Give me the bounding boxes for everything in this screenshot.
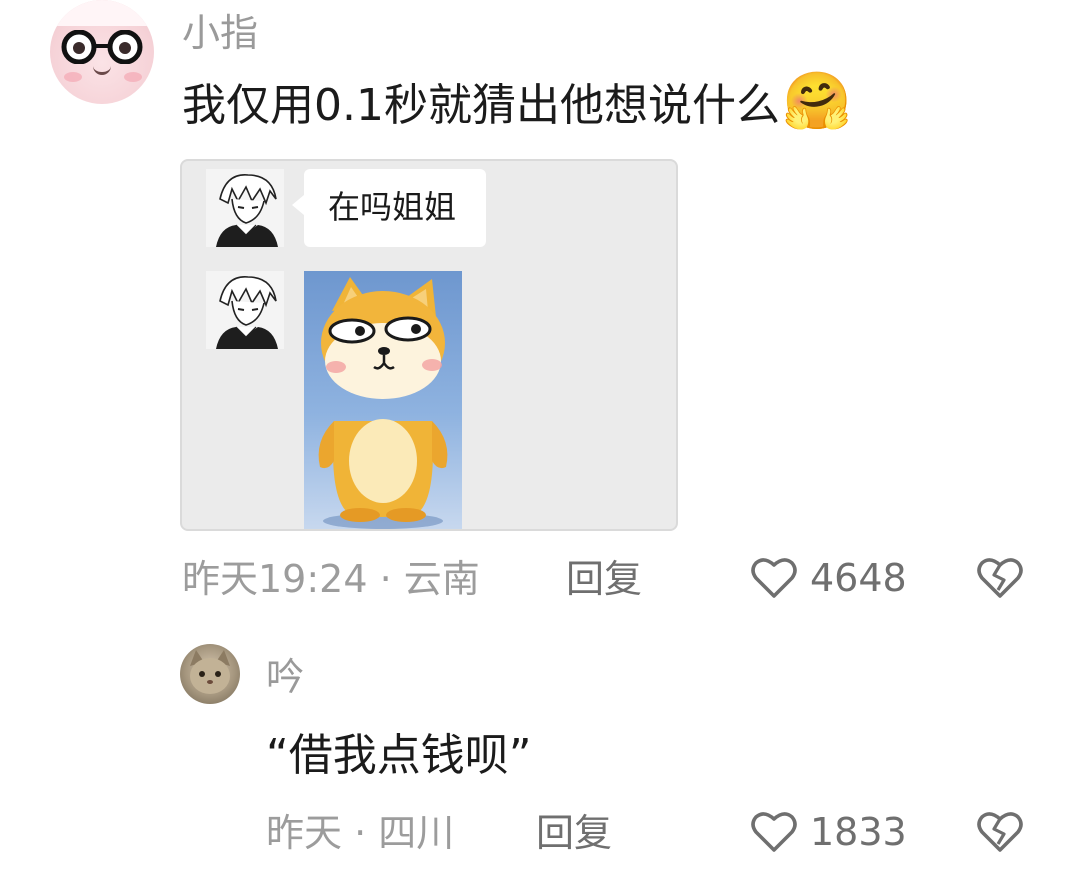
- shiba-dog-icon: [318, 277, 448, 529]
- chat-avatar: [206, 271, 284, 349]
- comment-meta: 昨天 · 四川: [266, 811, 455, 855]
- chat-message-text: 在吗姐姐: [328, 188, 457, 226]
- chat-message-bubble: 在吗姐姐: [292, 169, 486, 247]
- heart-icon: [751, 812, 797, 852]
- comment-meta: 昨天19:24 · 云南: [182, 557, 480, 601]
- cat-avatar-icon: [190, 650, 230, 694]
- dislike-button[interactable]: [976, 556, 1024, 604]
- comment-username[interactable]: 吟: [266, 658, 304, 696]
- avatar-cheek: [124, 72, 142, 82]
- comment-body: 我仅用0.1秒就猜出他想说什么 🤗: [182, 74, 852, 131]
- chat-screenshot-image[interactable]: 在吗姐姐: [180, 159, 678, 531]
- avatar-mouth: [93, 64, 111, 75]
- heart-icon: [751, 558, 797, 598]
- reply-button[interactable]: 回复: [566, 560, 642, 598]
- comment-username[interactable]: 小指: [182, 14, 258, 52]
- reply-button[interactable]: 回复: [536, 814, 612, 852]
- comment-text: 我仅用0.1秒就猜出他想说什么: [182, 80, 780, 131]
- chat-avatar: [206, 169, 284, 247]
- avatar[interactable]: [180, 644, 240, 704]
- avatar-hat: [50, 0, 154, 26]
- like-button[interactable]: 1833: [750, 810, 907, 854]
- comment-text: “借我点钱呗”: [266, 730, 532, 781]
- broken-heart-icon: [977, 812, 1023, 852]
- broken-heart-icon: [977, 558, 1023, 598]
- like-count: 4648: [810, 556, 907, 600]
- avatar-cheek: [64, 72, 82, 82]
- hugging-face-emoji-icon: 🤗: [781, 69, 852, 134]
- like-button[interactable]: 4648: [750, 556, 907, 600]
- glasses-icon: [61, 30, 143, 64]
- shiba-sticker-image: [304, 271, 462, 529]
- like-count: 1833: [810, 810, 907, 854]
- avatar[interactable]: [50, 0, 154, 104]
- dislike-button[interactable]: [976, 810, 1024, 858]
- anime-boy-icon: [206, 169, 284, 247]
- anime-boy-icon: [206, 271, 284, 349]
